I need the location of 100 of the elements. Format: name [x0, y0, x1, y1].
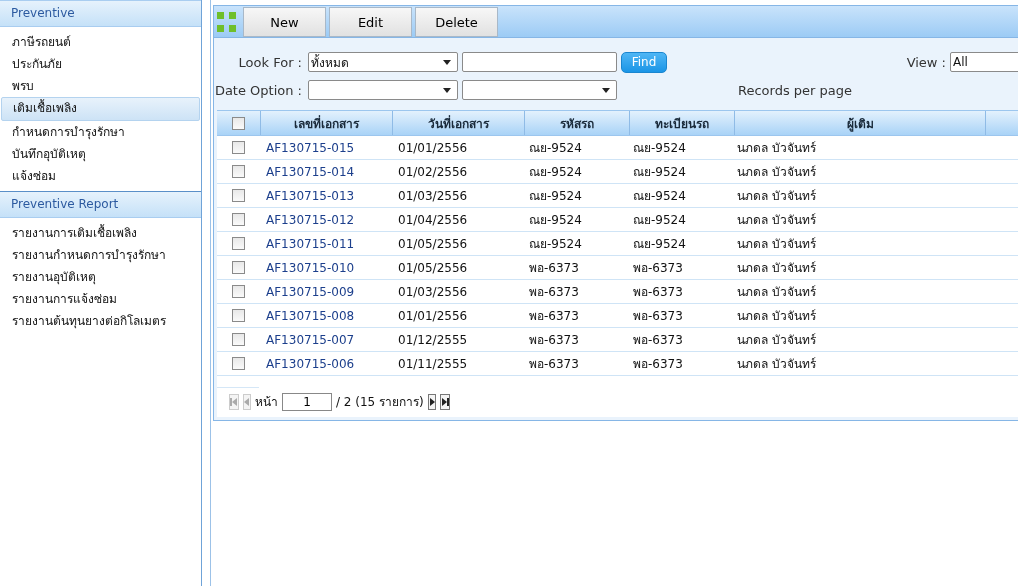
next-page-button[interactable] [427, 393, 436, 410]
table-cell-text: 01/03/2556 [397, 187, 469, 205]
table-cell-text: นภดล บัวจันทร์ [736, 212, 817, 229]
column-header[interactable]: เลขที่เอกสาร [261, 111, 393, 135]
row-checkbox[interactable] [232, 357, 245, 370]
sidebar-item[interactable]: รายงานการเติมเชื้อเพลิง [1, 222, 200, 244]
table-cell-text: พอ-6373 [632, 332, 684, 349]
sidebar-item[interactable]: รายงานอุบัติเหตุ [1, 266, 200, 288]
table-cell-text: พอ-6373 [528, 284, 580, 301]
document-link[interactable]: AF130715-007 [260, 328, 392, 351]
row-checkbox[interactable] [232, 189, 245, 202]
table-cell-text: นภดล บัวจันทร์ [736, 332, 817, 349]
table-cell-text: นภดล บัวจันทร์ [736, 260, 817, 277]
sidebar-item[interactable]: ภาษีรถยนต์ [1, 31, 200, 53]
table-cell-text: นภดล บัวจันทร์ [736, 356, 817, 373]
document-link[interactable]: AF130715-009 [260, 280, 392, 303]
row-checkbox[interactable] [232, 333, 245, 346]
table-cell-text: 01/05/2556 [397, 235, 469, 253]
row-checkbox[interactable] [232, 309, 245, 322]
look-for-label: Look For : [237, 54, 303, 70]
document-link[interactable]: AF130715-013 [260, 184, 392, 207]
sidebar-item[interactable]: รายงานกำหนดการบำรุงรักษา [1, 244, 200, 266]
table-cell-text: พอ-6373 [528, 332, 580, 349]
table-cell-text: 01/04/2556 [397, 211, 469, 229]
table-cell-text: 01/01/2556 [397, 307, 469, 325]
column-header[interactable]: ทะเบียนรถ [630, 111, 735, 135]
table-cell-text: ณย-9524 [528, 236, 583, 253]
section-header[interactable]: Preventive Report [0, 191, 201, 218]
sidebar-item[interactable]: พรบ [1, 75, 200, 97]
table-cell-text: 01/03/2556 [397, 283, 469, 301]
document-link[interactable]: AF130715-012 [260, 208, 392, 231]
sidebar-item[interactable]: แจ้งซ่อม [1, 165, 200, 187]
table-cell-text: ณย-9524 [528, 140, 583, 157]
table-cell-text: นภดล บัวจันทร์ [736, 188, 817, 205]
table-cell-text: 01/05/2556 [397, 259, 469, 277]
page-label: หน้า [255, 394, 278, 411]
document-link[interactable]: AF130715-010 [260, 256, 392, 279]
table-cell-text: พอ-6373 [632, 308, 684, 325]
sidebar-item[interactable]: บันทึกอุบัติเหตุ [1, 143, 200, 165]
toolbar-button[interactable]: New [243, 7, 326, 37]
document-link[interactable]: AF130715-014 [260, 160, 392, 183]
date-option-dropdown[interactable] [308, 80, 458, 100]
row-checkbox[interactable] [232, 285, 245, 298]
table-cell-text: ณย-9524 [632, 212, 687, 229]
document-link[interactable]: AF130715-006 [260, 352, 392, 375]
table-cell-text: นภดล บัวจันทร์ [736, 236, 817, 253]
table-cell-text: พอ-6373 [528, 356, 580, 373]
page-total: / 2 (15 รายการ) [336, 394, 424, 411]
row-checkbox[interactable] [232, 141, 245, 154]
table-cell-text: 01/01/2556 [397, 139, 469, 157]
look-for-dropdown[interactable]: ทั้งหมด [308, 52, 458, 72]
document-link[interactable]: AF130715-015 [260, 136, 392, 159]
previous-page-icon [244, 397, 250, 406]
row-checkbox[interactable] [232, 213, 245, 226]
page-number-field[interactable]: 1 [282, 392, 332, 411]
records-per-page-label: Records per page [737, 82, 852, 98]
table-cell-text: นภดล บัวจันทร์ [736, 308, 817, 325]
sidebar-item[interactable]: รายงานการแจ้งซ่อม [1, 288, 200, 310]
table-cell-text: 01/12/2555 [397, 331, 469, 349]
table-cell-text: นภดล บัวจันทร์ [736, 140, 817, 157]
table-cell-text: นภดล บัวจันทร์ [736, 284, 817, 301]
date-range-dropdown[interactable] [462, 80, 617, 100]
select-all-checkbox[interactable] [232, 116, 245, 130]
table-cell-text: พอ-6373 [528, 260, 580, 277]
column-header[interactable]: วันที่เอกสาร [393, 111, 525, 135]
first-page-icon [230, 397, 238, 406]
table-cell-text: พอ-6373 [632, 284, 684, 301]
table-cell-text: ณย-9524 [632, 164, 687, 181]
row-checkbox[interactable] [232, 165, 245, 178]
table-cell-text: พอ-6373 [632, 260, 684, 277]
date-option-label: Date Option : [214, 82, 303, 98]
view-dropdown[interactable]: All [950, 52, 1018, 72]
sidebar-item[interactable]: เติมเชื้อเพลิง [1, 97, 200, 121]
sidebar-item[interactable]: ประกันภัย [1, 53, 200, 75]
table-cell-text: นภดล บัวจันทร์ [736, 164, 817, 181]
section-header[interactable]: Preventive [0, 0, 201, 27]
column-header[interactable]: รหัสรถ [525, 111, 630, 135]
table-cell-text: ณย-9524 [632, 140, 687, 157]
table-cell-text: 01/02/2556 [397, 163, 469, 181]
row-checkbox[interactable] [232, 237, 245, 250]
table-cell-text: ณย-9524 [528, 188, 583, 205]
column-header[interactable]: ผู้เติม [735, 111, 986, 135]
row-checkbox[interactable] [232, 261, 245, 274]
toolbar-button[interactable]: Edit [329, 7, 412, 37]
table-cell-text: 01/11/2555 [397, 355, 469, 373]
table-cell-text: พอ-6373 [528, 308, 580, 325]
view-label: View : [906, 54, 946, 70]
last-page-icon [440, 397, 449, 406]
document-link[interactable]: AF130715-011 [260, 232, 392, 255]
last-page-button[interactable] [439, 393, 450, 410]
table-cell-text: ณย-9524 [528, 164, 583, 181]
table-cell-text: ณย-9524 [632, 236, 687, 253]
search-field[interactable] [462, 52, 617, 72]
toolbar-button[interactable]: Delete [415, 7, 498, 37]
table-cell-text: พอ-6373 [632, 356, 684, 373]
document-link[interactable]: AF130715-008 [260, 304, 392, 327]
next-page-icon [428, 397, 435, 406]
sidebar-item[interactable]: รายงานต้นทุนยางต่อกิโลเมตร [1, 310, 200, 332]
sidebar-item[interactable]: กำหนดการบำรุงรักษา [1, 121, 200, 143]
table-cell-text: ณย-9524 [528, 212, 583, 229]
